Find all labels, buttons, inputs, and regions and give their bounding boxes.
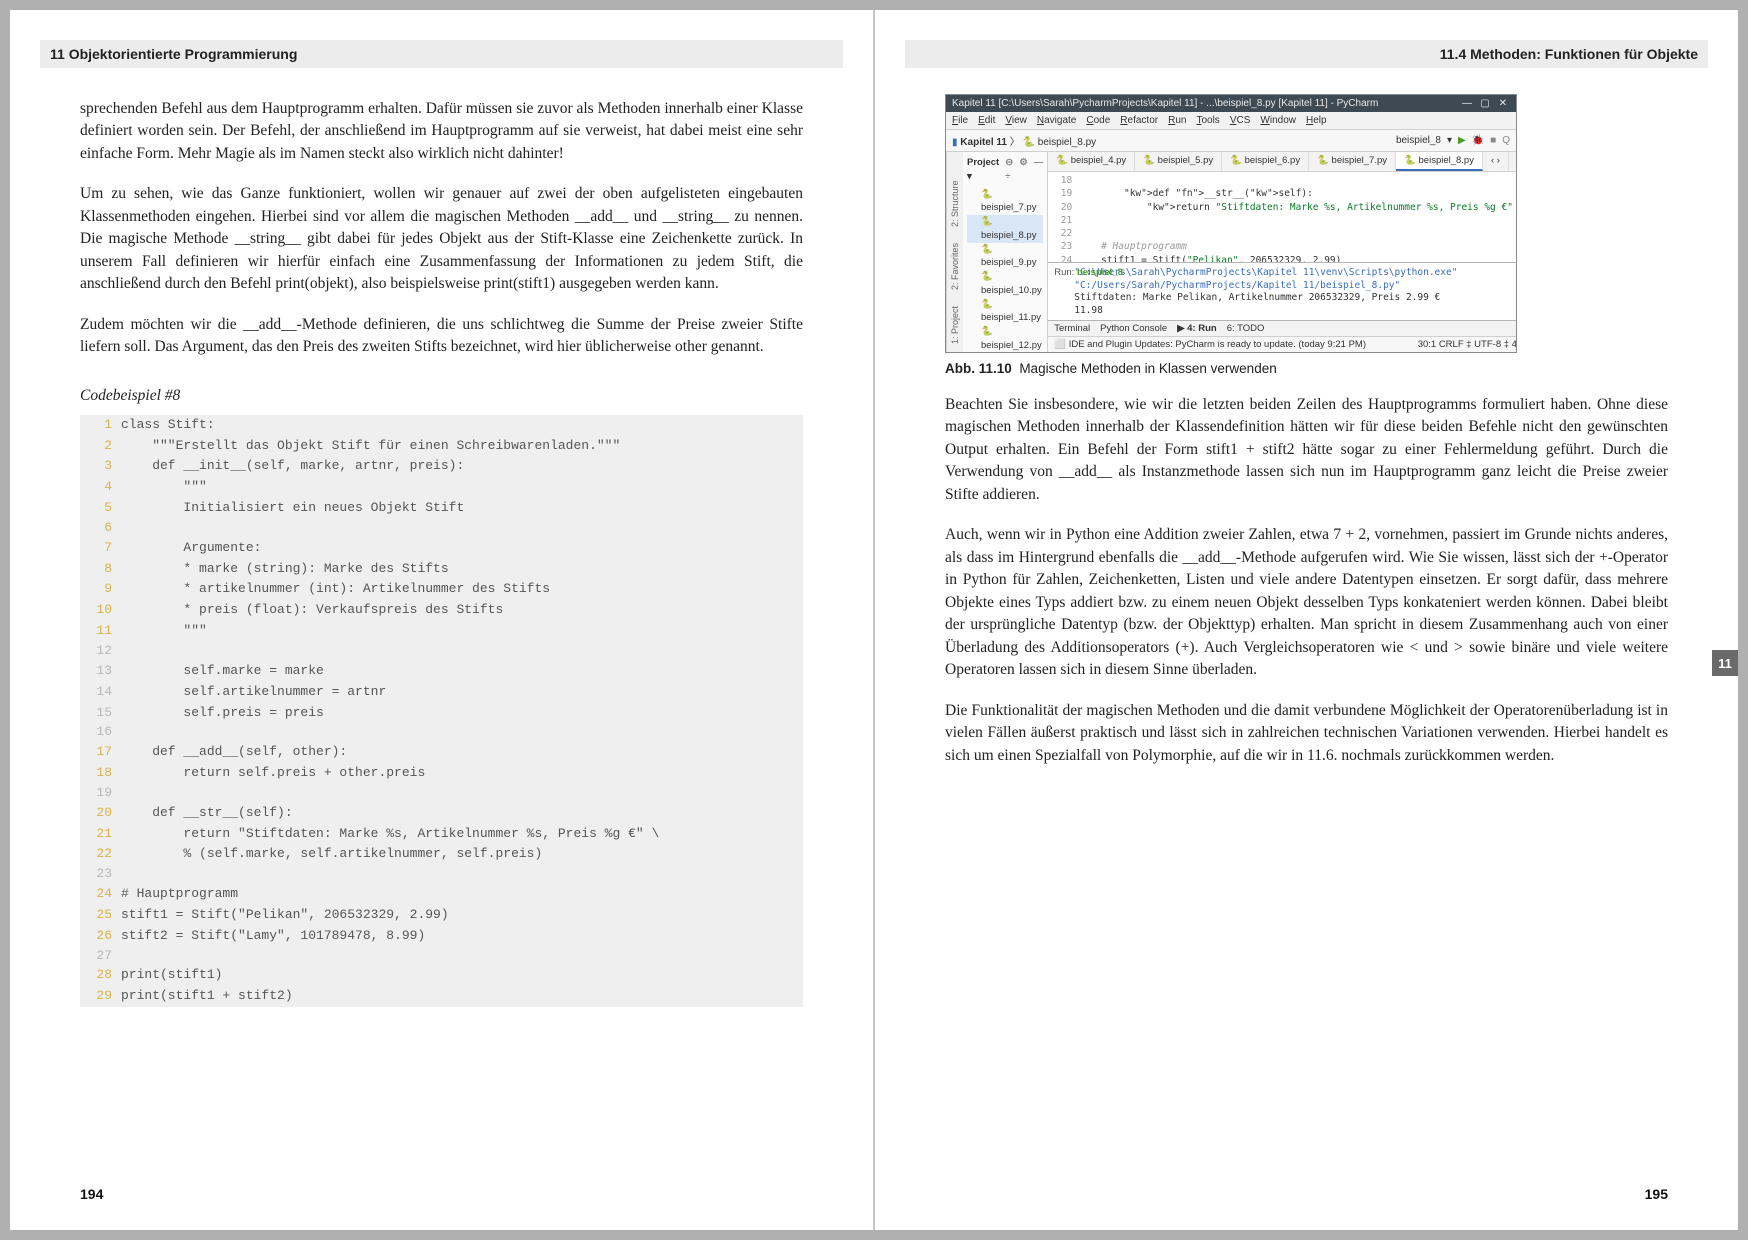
para: Die Funktionalität der magischen Methode… — [945, 700, 1668, 767]
file-icon: 🐍 — [1023, 137, 1035, 148]
project-file[interactable]: 🐍 beispiel_7.py — [967, 188, 1043, 216]
editor-code[interactable]: 1819 "kw">def "fn">__str__("kw">self):20… — [1048, 172, 1517, 262]
tool-window-strip[interactable]: 1: Project 2: Favorites 2: Structure — [946, 152, 963, 352]
run-tool-window[interactable]: Run: beispiel_8 "C:\Users\Sarah\PycharmP… — [1048, 262, 1517, 320]
page-right: 11.4 Methoden: Funktionen für Objekte Ka… — [874, 10, 1738, 1230]
project-tool-window[interactable]: Project ▾ ⊖ ÷ ⚙ — 🐍 beispiel_7.py🐍 beisp… — [963, 152, 1048, 352]
search-icon[interactable]: Q — [1502, 135, 1510, 146]
menu-file[interactable]: File — [952, 115, 968, 126]
run-label: Run: — [1054, 267, 1074, 278]
book-spread: 11 Objektorientierte Programmierung spre… — [0, 0, 1748, 1240]
run-command: "C:\Users\Sarah\PycharmProjects\Kapitel … — [1074, 267, 1517, 293]
status-bar: ⬜ IDE and Plugin Updates: PyCharm is rea… — [1048, 336, 1517, 352]
menu-bar[interactable]: File Edit View Navigate Code Refactor Run Tools… — [946, 112, 1516, 130]
running-head-right: 11.4 Methoden: Funktionen für Objekte — [905, 40, 1708, 68]
project-file[interactable]: 🐍 beispiel_12.py — [967, 325, 1043, 353]
running-head-left: 11 Objektorientierte Programmierung — [40, 40, 843, 68]
status-left[interactable]: ⬜ IDE and Plugin Updates: PyCharm is rea… — [1054, 339, 1366, 350]
tool-window-tab[interactable]: 2: Favorites — [950, 243, 960, 290]
run-output-line: 11.98 — [1074, 305, 1517, 318]
debug-icon[interactable]: 🐞 — [1472, 135, 1484, 146]
menu-view[interactable]: View — [1005, 115, 1027, 126]
bottom-tab[interactable]: ▶ 4: Run — [1177, 323, 1217, 334]
folder-icon: ▮ — [952, 137, 958, 148]
menu-help[interactable]: Help — [1306, 115, 1327, 126]
menu-edit[interactable]: Edit — [978, 115, 995, 126]
project-file[interactable]: 🐍 beispiel_9.py — [967, 243, 1043, 271]
pycharm-screenshot: Kapitel 11 [C:\Users\Sarah\PycharmProjec… — [945, 94, 1517, 353]
run-icon[interactable]: ▶ — [1458, 135, 1466, 146]
code-listing: 1class Stift:2 """Erstellt das Objekt St… — [80, 415, 803, 1007]
code-example-heading: Codebeispiel #8 — [80, 387, 803, 405]
stop-icon[interactable]: ■ — [1490, 135, 1496, 146]
toolbar: ▮ Kapitel 11 〉 🐍 beispiel_8.py beispiel_… — [946, 130, 1516, 152]
para: sprechenden Befehl aus dem Hauptprogramm… — [80, 98, 803, 165]
editor-tab[interactable]: 🐍 beispiel_5.py — [1135, 152, 1222, 171]
chapter-thumb-tab: 11 — [1712, 650, 1738, 676]
close-icon[interactable]: ✕ — [1496, 98, 1510, 109]
gear-icon[interactable]: ⚙ — [1019, 156, 1028, 184]
run-config-dropdown[interactable]: beispiel_8 — [1396, 135, 1441, 146]
page-number-left: 194 — [80, 1186, 103, 1202]
bottom-tab[interactable]: 6: TODO — [1227, 323, 1265, 334]
tool-window-tab[interactable]: 1: Project — [950, 306, 960, 344]
breadcrumb-folder[interactable]: Kapitel 11 — [960, 137, 1007, 148]
project-file[interactable]: 🐍 beispiel_10.py — [967, 270, 1043, 298]
editor-tab[interactable]: 🐍 beispiel_6.py — [1222, 152, 1309, 171]
menu-vcs[interactable]: VCS — [1230, 115, 1251, 126]
tab-overflow-icon[interactable]: ‹ › — [1483, 152, 1509, 171]
tool-window-tab[interactable]: 2: Structure — [950, 180, 960, 227]
minimize-icon[interactable]: — — [1460, 98, 1474, 109]
menu-navigate[interactable]: Navigate — [1037, 115, 1076, 126]
breadcrumb-file[interactable]: beispiel_8.py — [1038, 137, 1096, 148]
bottom-tool-tabs[interactable]: TerminalPython Console▶ 4: Run6: TODO 📰 … — [1048, 320, 1517, 336]
maximize-icon[interactable]: ▢ — [1478, 98, 1492, 109]
project-file[interactable]: 🐍 beispiel_11.py — [967, 298, 1043, 326]
figure-number: Abb. 11.10 — [945, 361, 1012, 376]
para: Beachten Sie insbesondere, wie wir die l… — [945, 394, 1668, 506]
menu-code[interactable]: Code — [1086, 115, 1110, 126]
bottom-tab[interactable]: Terminal — [1054, 323, 1090, 334]
para: Auch, wenn wir in Python eine Addition z… — [945, 524, 1668, 681]
project-file[interactable]: 🐍 beispiel_8.py — [967, 215, 1043, 243]
bottom-tab[interactable]: Python Console — [1100, 323, 1167, 334]
window-titlebar: Kapitel 11 [C:\Users\Sarah\PycharmProjec… — [946, 95, 1516, 112]
menu-window[interactable]: Window — [1260, 115, 1296, 126]
menu-tools[interactable]: Tools — [1196, 115, 1219, 126]
run-output-line: Stiftdaten: Marke Pelikan, Artikelnummer… — [1074, 292, 1517, 305]
figure-caption-text: Magische Methoden in Klassen verwenden — [1019, 361, 1276, 376]
project-header[interactable]: Project ▾ — [967, 156, 999, 184]
para: Zudem möchten wir die __add__-Methode de… — [80, 314, 803, 359]
editor-tab[interactable]: 🐍 beispiel_4.py — [1048, 152, 1135, 171]
para: Um zu sehen, wie das Ganze funktioniert,… — [80, 183, 803, 295]
window-title: Kapitel 11 [C:\Users\Sarah\PycharmProjec… — [952, 98, 1378, 109]
page-left: 11 Objektorientierte Programmierung spre… — [10, 10, 874, 1230]
menu-refactor[interactable]: Refactor — [1120, 115, 1158, 126]
run-tab[interactable]: beispiel_8 — [1077, 267, 1123, 278]
figure-caption: Abb. 11.10 Magische Methoden in Klassen … — [945, 361, 1668, 376]
page-number-right: 195 — [1645, 1186, 1668, 1202]
editor-tab[interactable]: 🐍 beispiel_7.py — [1309, 152, 1396, 171]
editor-tab[interactable]: 🐍 beispiel_8.py — [1396, 152, 1483, 171]
editor-tabs[interactable]: 🐍 beispiel_4.py🐍 beispiel_5.py🐍 beispiel… — [1048, 152, 1517, 172]
status-right[interactable]: 30:1 CRLF ‡ UTF-8 ‡ 4 spaces ‡ Python 3.… — [1418, 339, 1517, 350]
menu-run[interactable]: Run — [1168, 115, 1186, 126]
